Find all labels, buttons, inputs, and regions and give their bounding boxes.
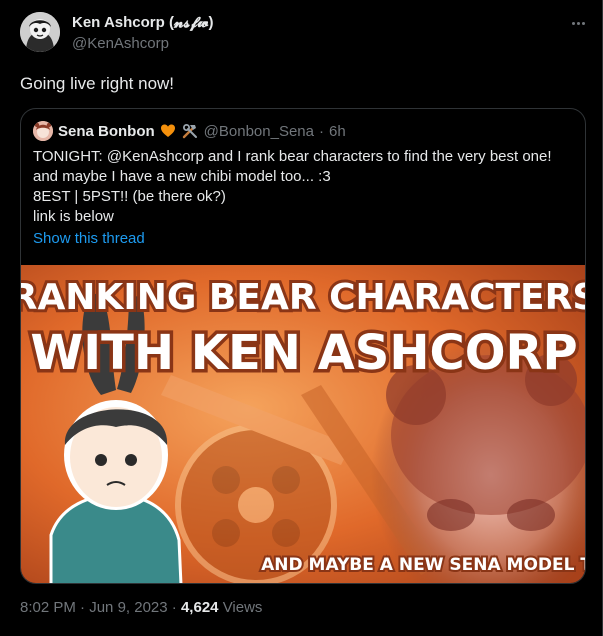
author-display-name[interactable]: Ken Ashcorp (𝓷𝓼𝓯𝔀) <box>72 13 492 33</box>
more-dot <box>571 21 575 25</box>
quote-author-handle[interactable]: @Bonbon_Sena <box>204 123 314 140</box>
footer-separator: · <box>80 599 86 616</box>
footer-separator: · <box>171 599 177 616</box>
quote-text: TONIGHT: @KenAshcorp and I rank bear cha… <box>33 147 573 227</box>
tweet-date[interactable]: Jun 9, 2023 <box>89 599 167 616</box>
media-title-line2: WITH KEN ASHCORP <box>30 325 577 381</box>
quoted-tweet[interactable]: Sena Bonbon @Bonbon_Sena · 6h TONIGHT: @… <box>20 108 586 584</box>
quote-media-image[interactable]: RANKING BEAR CHARACTERS WITH KEN ASHCORP… <box>21 265 586 583</box>
quote-text-line: 8EST | 5PST!! (be there ok?) <box>33 188 226 205</box>
tweet-header: Ken Ashcorp (𝓷𝓼𝓯𝔀) @KenAshcorp <box>20 12 590 60</box>
tweet-footer: 8:02 PM · Jun 9, 2023 · 4,624 Views <box>20 598 262 618</box>
more-icon[interactable] <box>568 16 588 30</box>
more-dot <box>576 21 580 25</box>
tweet-time[interactable]: 8:02 PM <box>20 599 76 616</box>
quote-text-line: TONIGHT: @KenAshcorp and I rank bear cha… <box>33 148 552 165</box>
quote-separator: · <box>319 122 324 140</box>
tweet: Ken Ashcorp (𝓷𝓼𝓯𝔀) @KenAshcorp Going liv… <box>0 0 603 636</box>
quote-header: Sena Bonbon @Bonbon_Sena · 6h <box>33 121 346 141</box>
views-label: Views <box>222 599 263 616</box>
quote-text-line: and maybe I have a new chibi model too..… <box>33 168 331 185</box>
media-artwork: RANKING BEAR CHARACTERS WITH KEN ASHCORP… <box>21 265 586 583</box>
author-name-block: Ken Ashcorp (𝓷𝓼𝓯𝔀) @KenAshcorp <box>72 13 492 54</box>
media-caption: AND MAYBE A NEW SENA MODEL TOO <box>261 555 586 575</box>
tweet-text: Going live right now! <box>20 74 175 93</box>
views-count: 4,624 <box>180 599 219 616</box>
author-handle[interactable]: @KenAshcorp <box>72 34 492 54</box>
quote-timestamp[interactable]: 6h <box>329 123 346 140</box>
tools-icon <box>181 122 199 140</box>
show-thread-link[interactable]: Show this thread <box>33 229 145 249</box>
more-dot <box>581 21 585 25</box>
quote-author-name[interactable]: Sena Bonbon <box>58 123 155 140</box>
quote-author-avatar[interactable] <box>33 121 53 141</box>
author-avatar[interactable] <box>20 12 60 52</box>
orange-heart-icon <box>160 123 176 139</box>
quote-text-line: link is below <box>33 208 114 225</box>
media-title-line1: RANKING BEAR CHARACTERS <box>21 277 586 318</box>
